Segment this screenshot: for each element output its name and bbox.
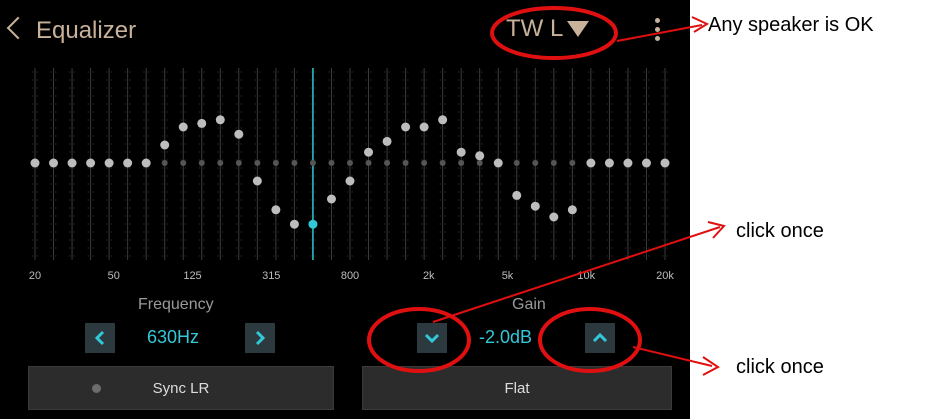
arrow-speaker [616, 24, 703, 42]
arrow-click2 [632, 346, 713, 367]
speaker-highlight-ellipse [490, 6, 618, 60]
annotation-click-down: click once [736, 220, 824, 242]
annotation-speaker-note: Any speaker is OK [708, 14, 874, 36]
gain-down-highlight-ellipse [367, 307, 471, 373]
annotation-click-up: click once [736, 356, 824, 378]
gain-up-highlight-ellipse [538, 307, 642, 373]
arrow-click1 [432, 226, 721, 323]
